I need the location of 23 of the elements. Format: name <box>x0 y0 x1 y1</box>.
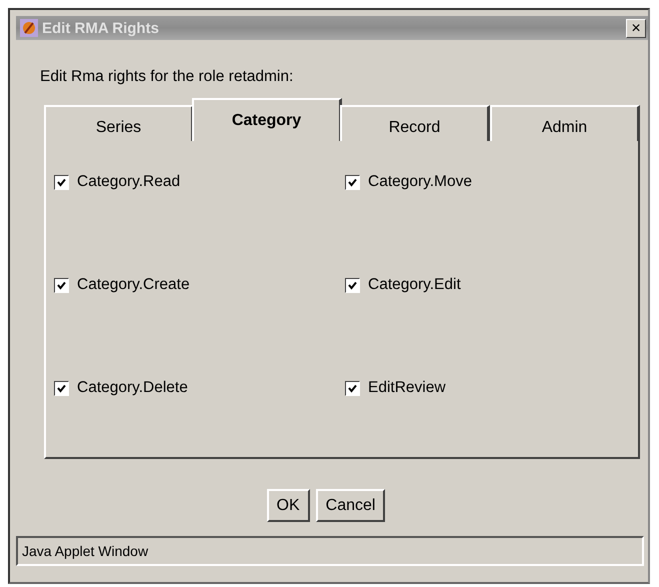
status-bar: Java Applet Window <box>16 536 644 566</box>
checkbox[interactable] <box>54 381 69 396</box>
cancel-button[interactable]: Cancel <box>316 489 386 522</box>
checkbox[interactable] <box>345 381 360 396</box>
tab[interactable]: Record <box>340 105 490 141</box>
app-icon <box>20 19 38 37</box>
checkbox[interactable] <box>54 175 69 190</box>
checkbox-label: Category.Create <box>77 276 190 294</box>
checkbox[interactable] <box>54 278 69 293</box>
tab[interactable]: Category <box>192 98 342 141</box>
checkbox[interactable] <box>345 278 360 293</box>
checkbox-label: EditReview <box>368 379 446 397</box>
checkbox-label: Category.Move <box>368 173 472 191</box>
checkbox-label: Category.Edit <box>368 276 461 294</box>
checkbox[interactable] <box>345 175 360 190</box>
prompt-label: Edit Rma rights for the role retadmin: <box>40 68 294 86</box>
checkbox-label: Category.Delete <box>77 379 188 397</box>
checkbox-label: Category.Read <box>77 173 180 191</box>
window-title: Edit RMA Rights <box>42 20 160 36</box>
tab[interactable]: Series <box>44 105 194 141</box>
tab[interactable]: Admin <box>490 105 640 141</box>
close-button[interactable]: × <box>626 18 646 38</box>
ok-button[interactable]: OK <box>266 489 310 522</box>
